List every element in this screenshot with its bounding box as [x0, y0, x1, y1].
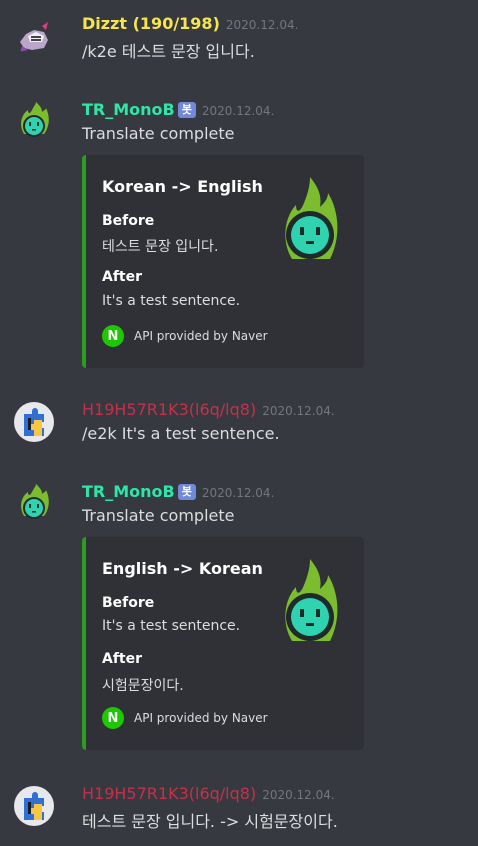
h19-avatar[interactable]: [14, 402, 54, 442]
green-flame-avatar-icon: [21, 102, 49, 137]
embed-footer: N API provided by Naver: [102, 325, 268, 347]
message-content: /k2e 테스트 문장 입니다.: [82, 42, 255, 61]
bot-badge: 봇: [177, 484, 196, 500]
bot-avatar[interactable]: [14, 482, 54, 522]
message-header: Dizzt (190/198) 2020.12.04.: [82, 14, 298, 33]
embed-thumbnail[interactable]: [276, 175, 346, 265]
naver-logo-icon: N: [102, 325, 124, 347]
message-header: H19H57R1K3(l6q/lq8) 2020.12.04.: [82, 784, 335, 803]
embed-field-after-name: After: [102, 269, 143, 285]
embed-field-after-name: After: [102, 651, 143, 667]
naver-logo-icon: N: [102, 707, 124, 729]
embed-title: Korean -> English: [102, 177, 263, 196]
message-header: H19H57R1K3(l6q/lq8) 2020.12.04.: [82, 400, 335, 419]
puzzle-piece-avatar-icon: [24, 408, 44, 436]
username[interactable]: Dizzt (190/198): [82, 14, 220, 33]
embed-field-after-value: It's a test sentence.: [102, 293, 241, 309]
green-flame-thumbnail-icon: [285, 559, 338, 641]
green-flame-thumbnail-icon: [285, 177, 338, 259]
message-content: 테스트 문장 입니다. -> 시험문장이다.: [82, 812, 338, 831]
embed-thumbnail[interactable]: [276, 557, 346, 647]
embed-field-before-name: Before: [102, 595, 155, 611]
embed-footer: N API provided by Naver: [102, 707, 268, 729]
embed-field-after-value: 시험문장이다.: [102, 678, 184, 694]
translation-embed: Korean -> English Before 테스트 문장 입니다. Aft…: [82, 155, 364, 368]
timestamp: 2020.12.04.: [201, 104, 275, 118]
dizzt-avatar[interactable]: [14, 16, 54, 56]
embed-footer-text: API provided by Naver: [134, 711, 268, 725]
timestamp: 2020.12.04.: [201, 486, 275, 500]
message-content: /e2k It's a test sentence.: [82, 424, 280, 443]
green-flame-avatar-icon: [21, 484, 49, 519]
embed-footer-text: API provided by Naver: [134, 329, 268, 343]
h19-avatar[interactable]: [14, 786, 54, 826]
puzzle-piece-avatar-icon: [24, 792, 44, 820]
username[interactable]: TR_MonoB: [82, 100, 175, 119]
username[interactable]: H19H57R1K3(l6q/lq8): [82, 400, 256, 419]
embed-title: English -> Korean: [102, 559, 263, 578]
timestamp: 2020.12.04.: [262, 788, 335, 802]
embed-field-before-value: 테스트 문장 입니다.: [102, 239, 219, 255]
timestamp: 2020.12.04.: [262, 404, 335, 418]
timestamp: 2020.12.04.: [225, 18, 299, 32]
message-header: TR_MonoB 봇 2020.12.04.: [82, 482, 274, 501]
bot-avatar[interactable]: [14, 100, 54, 140]
message-content: Translate complete: [82, 124, 235, 143]
translation-embed: English -> Korean Before It's a test sen…: [82, 537, 364, 750]
username[interactable]: TR_MonoB: [82, 482, 175, 501]
message-header: TR_MonoB 봇 2020.12.04.: [82, 100, 274, 119]
username[interactable]: H19H57R1K3(l6q/lq8): [82, 784, 256, 803]
embed-field-before-name: Before: [102, 213, 155, 229]
bot-badge: 봇: [177, 102, 196, 118]
embed-field-before-value: It's a test sentence.: [102, 618, 241, 634]
knight-avatar-icon: [20, 22, 48, 52]
message-content: Translate complete: [82, 506, 235, 525]
